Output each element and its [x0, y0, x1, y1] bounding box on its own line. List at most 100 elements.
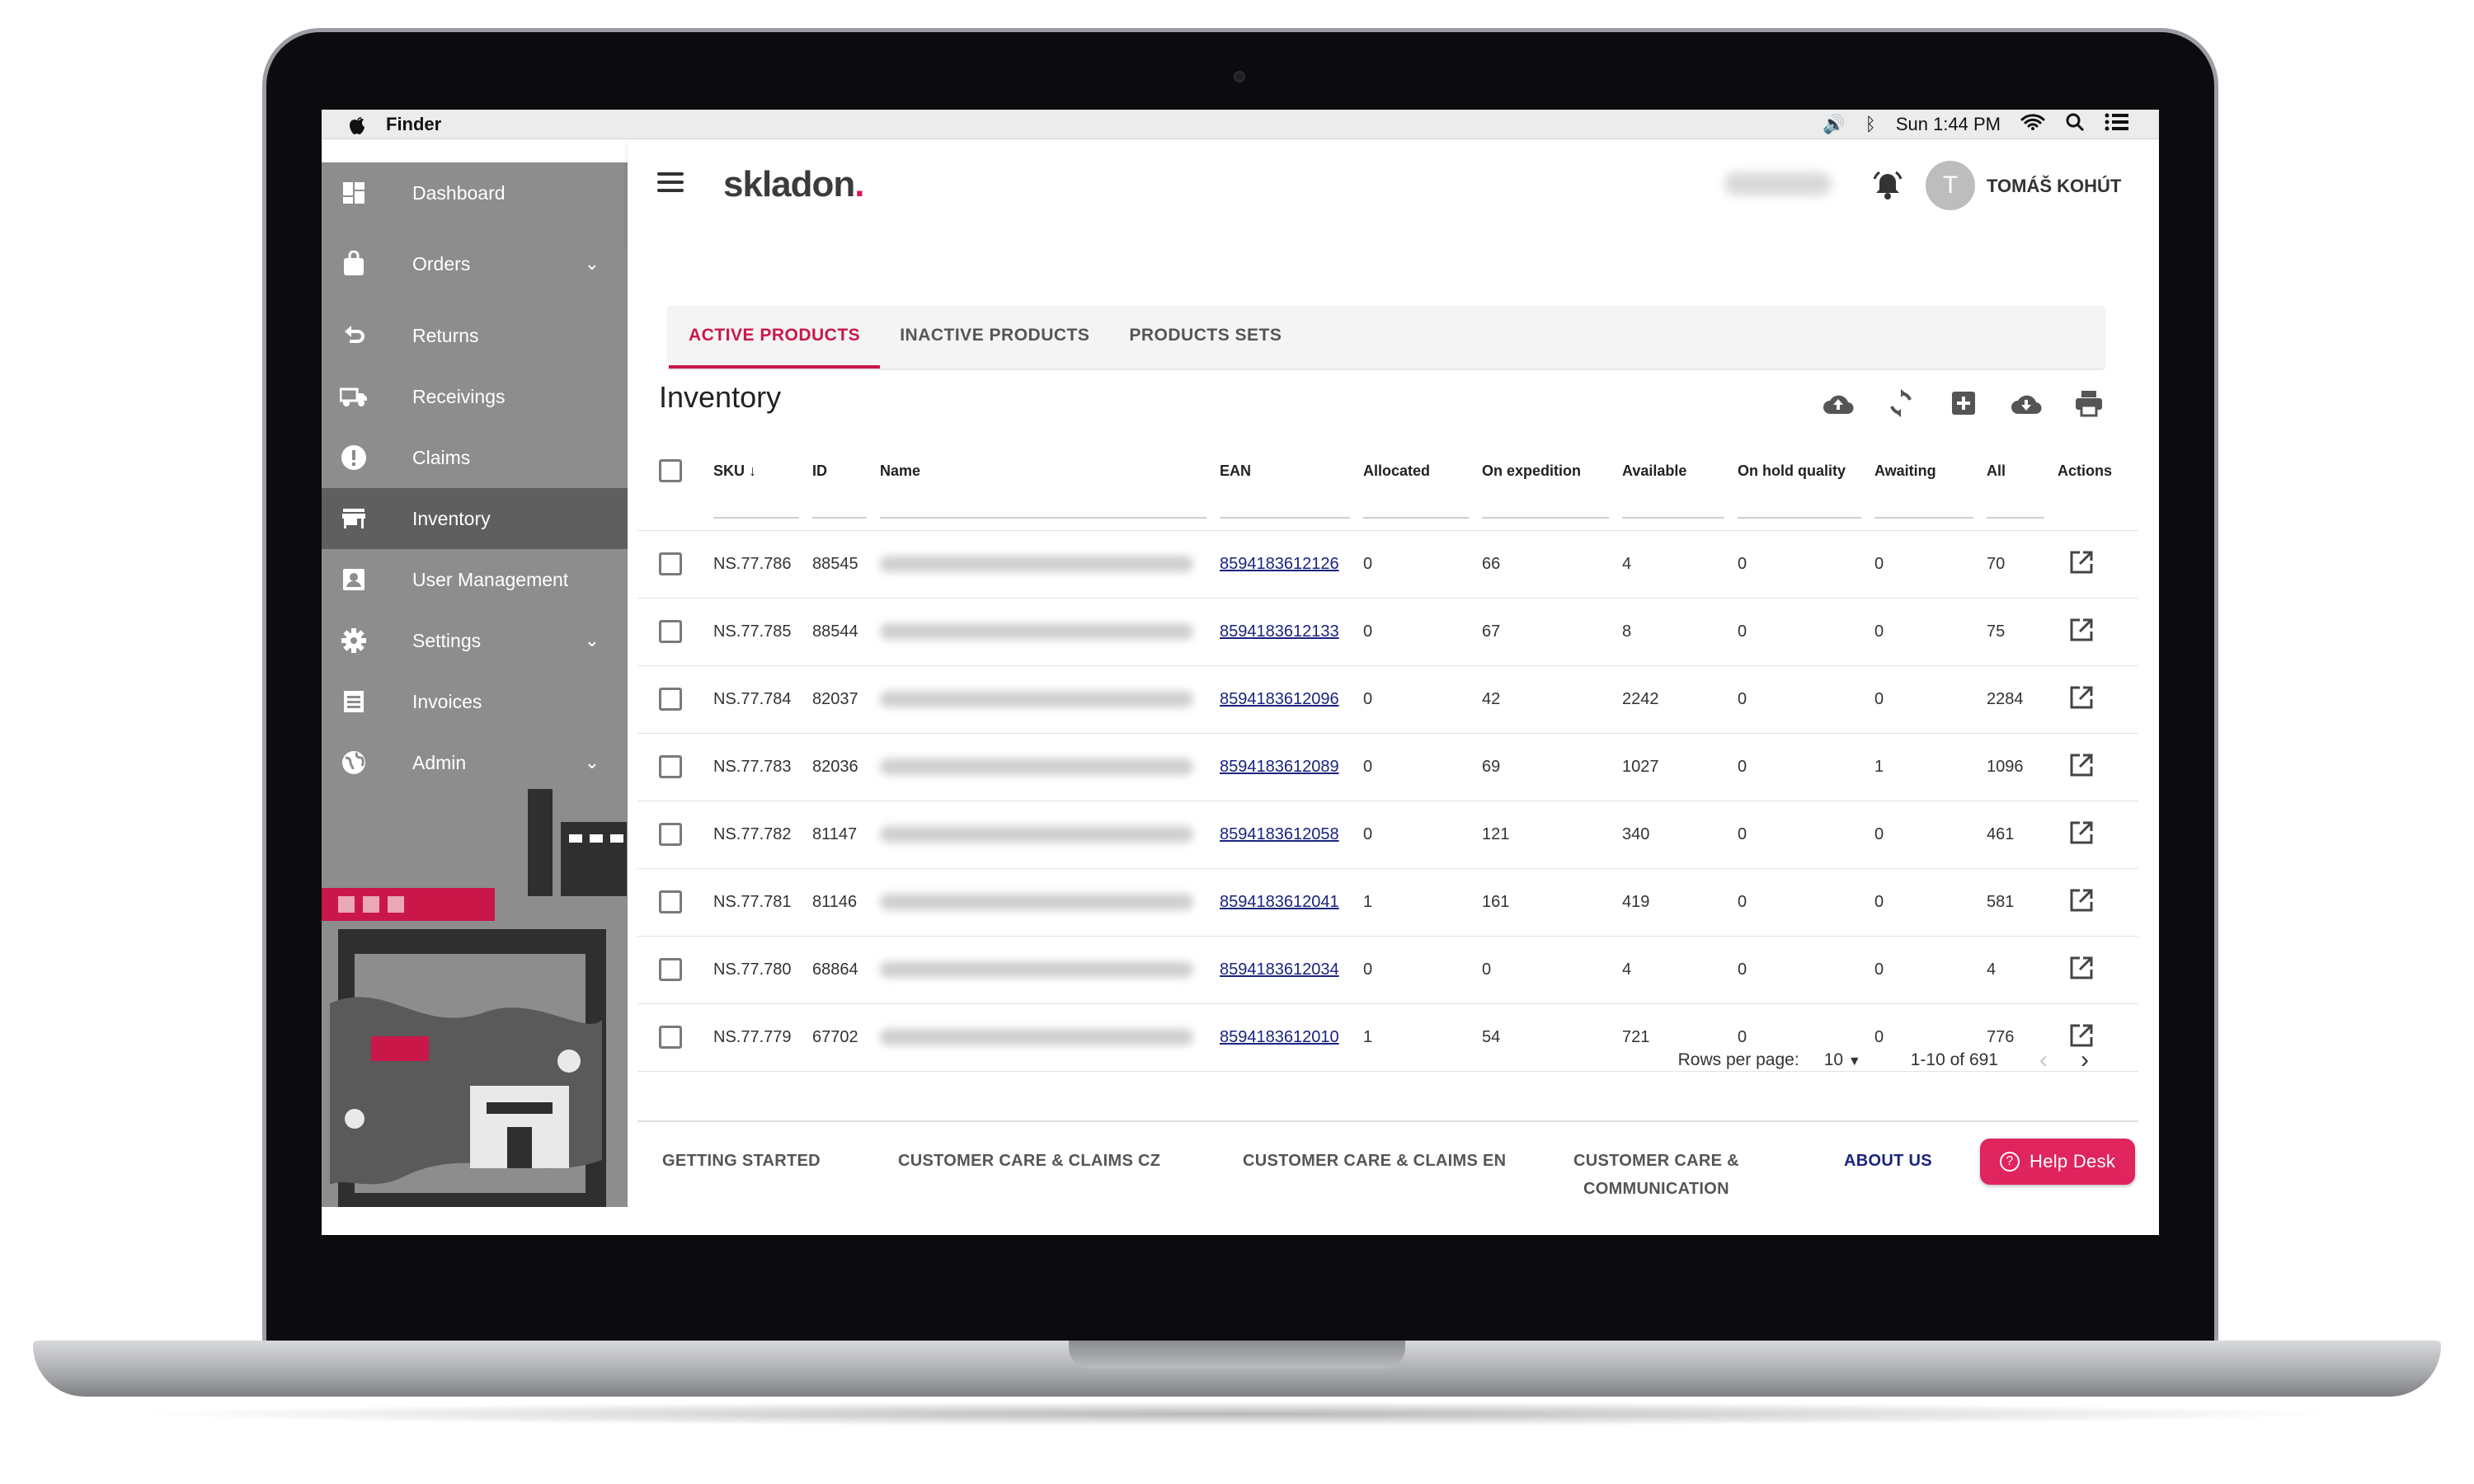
table-row[interactable]: NS.77.781 81146 8594183612041 1 161 419 0 0 581 — [637, 868, 2138, 936]
sync-icon[interactable] — [1884, 387, 1917, 420]
footer-link-about-us[interactable]: ABOUT US — [1844, 1147, 1932, 1175]
row-checkbox[interactable] — [659, 755, 682, 778]
cell-name — [873, 868, 1213, 936]
cloud-upload-icon[interactable] — [1822, 387, 1855, 420]
filter-id-input[interactable] — [812, 516, 867, 519]
open-in-new-icon[interactable] — [2069, 888, 2097, 916]
logo[interactable]: skladon. — [723, 164, 865, 205]
table-row[interactable]: NS.77.782 81147 8594183612058 0 121 340 0 0 461 — [637, 801, 2138, 868]
finder-menu[interactable]: Finder — [386, 114, 441, 135]
ean-link[interactable]: 8594183612126 — [1220, 555, 1339, 573]
cell-all: 75 — [1987, 622, 2006, 641]
column-header-sku[interactable]: SKU ↓ — [707, 436, 806, 505]
tab-active-products[interactable]: ACTIVE PRODUCTS — [669, 306, 881, 369]
rows-per-page-select[interactable]: 10 ▼ — [1824, 1050, 1861, 1070]
table-row[interactable]: NS.77.783 82036 8594183612089 0 69 1027 0 1 1096 — [637, 733, 2138, 801]
spotlight-search-icon[interactable] — [2065, 112, 2085, 137]
row-checkbox[interactable] — [659, 823, 682, 846]
chevron-down-icon[interactable]: ⌄ — [585, 752, 600, 773]
column-header-available[interactable]: Available — [1616, 436, 1731, 505]
table-row[interactable]: NS.77.784 82037 8594183612096 0 42 2242 0 0 2284 — [637, 665, 2138, 733]
menu-icon[interactable] — [657, 172, 684, 192]
sidebar-item-dashboard[interactable]: Dashboard — [322, 162, 628, 223]
filter-on-hold-input[interactable] — [1738, 516, 1861, 519]
sidebar-item-user-management[interactable]: User Management — [322, 549, 628, 610]
open-in-new-icon[interactable] — [2069, 753, 2097, 781]
column-header-name[interactable]: Name — [873, 436, 1213, 505]
footer-link-care-cz[interactable]: CUSTOMER CARE & CLAIMS CZ — [898, 1147, 1160, 1175]
sort-arrow-down-icon[interactable]: ↓ — [749, 463, 756, 479]
open-in-new-icon[interactable] — [2069, 820, 2097, 848]
filter-sku-input[interactable] — [713, 516, 799, 519]
open-in-new-icon[interactable] — [2069, 956, 2097, 984]
filter-ean-input[interactable] — [1220, 516, 1350, 519]
column-header-id[interactable]: ID — [806, 436, 873, 505]
select-all-checkbox[interactable] — [659, 459, 682, 482]
table-row[interactable]: NS.77.786 88545 8594183612126 0 66 4 0 0 70 — [637, 530, 2138, 598]
ean-link[interactable]: 8594183612041 — [1220, 893, 1339, 911]
sidebar-item-orders[interactable]: Orders ⌄ — [322, 233, 628, 294]
column-header-all[interactable]: All — [1980, 436, 2051, 505]
tab-products-sets[interactable]: PRODUCTS SETS — [1109, 306, 1301, 369]
sidebar-item-settings[interactable]: Settings ⌄ — [322, 610, 628, 671]
ean-link[interactable]: 8594183612089 — [1220, 758, 1339, 776]
column-header-ean[interactable]: EAN — [1213, 436, 1357, 505]
table-row[interactable]: NS.77.780 68864 8594183612034 0 0 4 0 0 4 — [637, 936, 2138, 1003]
filter-awaiting-input[interactable] — [1874, 516, 1973, 519]
footer-link-getting-started[interactable]: GETTING STARTED — [662, 1147, 821, 1175]
footer-link-care-communication[interactable]: CUSTOMER CARE & COMMUNICATION — [1573, 1147, 1739, 1203]
bluetooth-icon[interactable]: ᛒ — [1865, 114, 1876, 135]
table-row[interactable]: NS.77.785 88544 8594183612133 0 67 8 0 0 75 — [637, 598, 2138, 665]
sidebar-item-claims[interactable]: Claims — [322, 427, 628, 488]
sidebar-item-receivings[interactable]: Receivings — [322, 366, 628, 427]
filter-all-input[interactable] — [1987, 516, 2044, 519]
volume-icon[interactable]: 🔊 — [1823, 114, 1845, 135]
notification-center-icon[interactable] — [2105, 113, 2129, 136]
row-checkbox[interactable] — [659, 890, 682, 913]
print-icon[interactable] — [2072, 387, 2105, 420]
chevron-down-icon[interactable]: ⌄ — [585, 630, 600, 651]
ean-link[interactable]: 8594183612133 — [1220, 622, 1339, 641]
row-checkbox[interactable] — [659, 958, 682, 981]
column-header-allocated[interactable]: Allocated — [1357, 436, 1475, 505]
menubar-clock[interactable]: Sun 1:44 PM — [1896, 114, 2001, 135]
chevron-down-icon[interactable]: ⌄ — [585, 253, 600, 275]
filter-allocated-input[interactable] — [1363, 516, 1469, 519]
apple-icon[interactable] — [346, 114, 368, 135]
notification-bell-icon[interactable] — [1871, 169, 1904, 202]
sidebar-item-returns[interactable]: Returns — [322, 305, 628, 366]
ean-link[interactable]: 8594183612058 — [1220, 825, 1339, 843]
cell-name — [873, 801, 1213, 868]
row-checkbox[interactable] — [659, 552, 682, 575]
open-in-new-icon[interactable] — [2069, 550, 2097, 578]
sidebar-item-inventory[interactable]: Inventory — [322, 488, 628, 549]
avatar[interactable]: T — [1926, 161, 1975, 210]
filter-available-input[interactable] — [1622, 516, 1724, 519]
open-in-new-icon[interactable] — [2069, 618, 2097, 646]
ean-link[interactable]: 8594183612096 — [1220, 690, 1339, 708]
row-checkbox[interactable] — [659, 1026, 682, 1049]
column-header-awaiting[interactable]: Awaiting — [1868, 436, 1980, 505]
tab-inactive-products[interactable]: INACTIVE PRODUCTS — [880, 306, 1109, 369]
ean-link[interactable]: 8594183612034 — [1220, 960, 1339, 979]
help-desk-button[interactable]: ? Help Desk — [1980, 1139, 2136, 1185]
user-name[interactable]: TOMÁŠ KOHÚT — [1987, 176, 2121, 197]
sidebar-item-admin[interactable]: Admin ⌄ — [322, 732, 628, 793]
cloud-download-icon[interactable] — [2010, 387, 2043, 420]
column-header-on-hold[interactable]: On hold quality — [1731, 436, 1868, 505]
sidebar-item-invoices[interactable]: Invoices — [322, 671, 628, 732]
previous-page-icon[interactable]: ‹ — [2023, 1046, 2064, 1074]
footer-link-care-en[interactable]: CUSTOMER CARE & CLAIMS EN — [1243, 1147, 1506, 1175]
cell-on-expedition: 54 — [1482, 1027, 1501, 1046]
next-page-icon[interactable]: › — [2064, 1046, 2105, 1074]
ean-link[interactable]: 8594183612010 — [1220, 1028, 1339, 1046]
column-header-on-expedition[interactable]: On expedition — [1475, 436, 1616, 505]
row-checkbox[interactable] — [659, 688, 682, 711]
wifi-icon[interactable] — [2020, 113, 2045, 136]
add-box-icon[interactable] — [1947, 387, 1980, 420]
filter-name-input[interactable] — [880, 516, 1206, 519]
laptop-screen: Finder 🔊 ᛒ Sun 1:44 PM Dashboard Orders … — [322, 110, 2159, 1235]
row-checkbox[interactable] — [659, 620, 682, 643]
filter-on-expedition-input[interactable] — [1482, 516, 1609, 519]
open-in-new-icon[interactable] — [2069, 685, 2097, 713]
